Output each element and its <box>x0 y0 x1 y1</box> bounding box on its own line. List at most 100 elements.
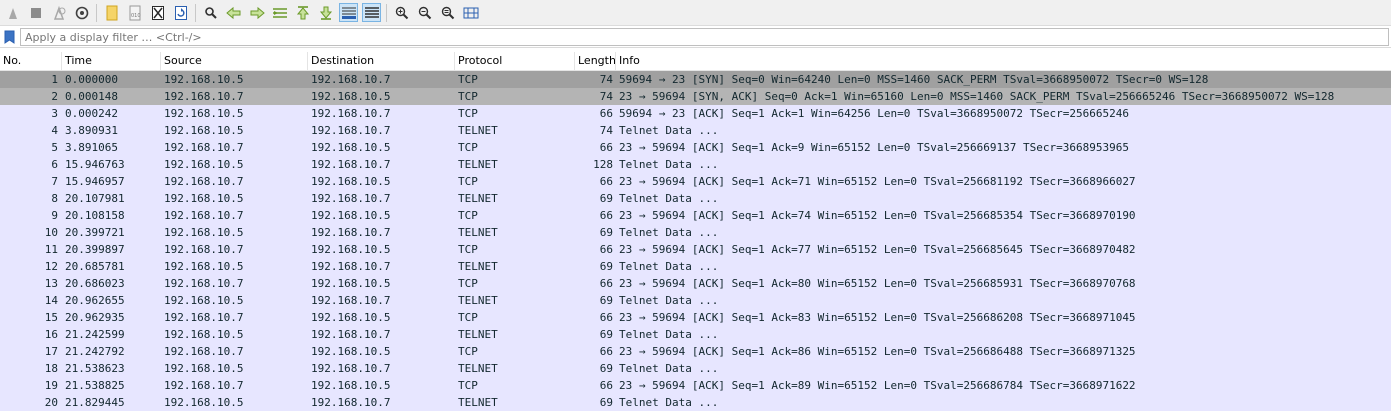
packet-info: Telnet Data ... <box>619 226 719 239</box>
packet-time: 20.686023 <box>65 277 125 290</box>
packet-protocol: TELNET <box>458 124 498 137</box>
table-row[interactable]: 4 3.890931 192.168.10.5 192.168.10.7 TELNET 7… <box>0 122 1391 139</box>
packet-time: 20.399897 <box>65 243 125 256</box>
zoom-in-icon[interactable] <box>392 3 411 22</box>
column-header-length[interactable]: Length <box>575 52 616 70</box>
packet-list-header: No. Time Source Destination Protocol Len… <box>0 52 1391 71</box>
packet-destination: 192.168.10.5 <box>311 90 391 103</box>
save-file-icon[interactable]: 010 <box>125 3 144 22</box>
packet-info: 23 → 59694 [ACK] Seq=1 Ack=83 Win=65152 … <box>619 311 1136 324</box>
table-row[interactable]: 3 0.000242 192.168.10.5 192.168.10.7 TCP 66 59… <box>0 105 1391 122</box>
packet-no: 8 <box>51 192 58 205</box>
packet-info: 59694 → 23 [SYN] Seq=0 Win=64240 Len=0 M… <box>619 73 1209 86</box>
packet-source: 192.168.10.7 <box>164 345 244 358</box>
table-row[interactable]: 16 21.242599 192.168.10.5 192.168.10.7 TELNE… <box>0 326 1391 343</box>
packet-time: 20.399721 <box>65 226 125 239</box>
packet-protocol: TELNET <box>458 226 498 239</box>
packet-time: 20.685781 <box>65 260 125 273</box>
toolbar-separator <box>195 3 196 22</box>
find-packet-icon[interactable] <box>201 3 220 22</box>
column-header-source[interactable]: Source <box>161 52 308 70</box>
table-row[interactable]: 5 3.891065 192.168.10.7 192.168.10.5 TCP 66 23… <box>0 139 1391 156</box>
stop-capture-icon[interactable] <box>26 3 45 22</box>
packet-source: 192.168.10.5 <box>164 158 244 171</box>
table-row[interactable]: 15 20.962935 192.168.10.7 192.168.10.5 TCP 66… <box>0 309 1391 326</box>
close-file-icon[interactable] <box>148 3 167 22</box>
packet-length: 69 <box>599 328 613 341</box>
packet-destination: 192.168.10.7 <box>311 107 391 120</box>
packet-info: Telnet Data ... <box>619 124 719 137</box>
display-filter-input[interactable] <box>20 28 1389 46</box>
go-to-packet-icon[interactable] <box>270 3 289 22</box>
packet-no: 9 <box>51 209 58 222</box>
table-row[interactable]: 14 20.962655 192.168.10.5 192.168.10.7 TELNE… <box>0 292 1391 309</box>
packet-info: 23 → 59694 [ACK] Seq=1 Ack=9 Win=65152 L… <box>619 141 1129 154</box>
table-row[interactable]: 1 0.000000 192.168.10.5 192.168.10.7 TCP 74 59… <box>0 71 1391 88</box>
packet-no: 12 <box>44 260 58 273</box>
table-row[interactable]: 2 0.000148 192.168.10.7 192.168.10.5 TCP 74 23… <box>0 88 1391 105</box>
packet-info: Telnet Data ... <box>619 328 719 341</box>
packet-no: 5 <box>51 141 58 154</box>
packet-info: Telnet Data ... <box>619 260 719 273</box>
table-row[interactable]: 18 21.538623 192.168.10.5 192.168.10.7 TELNE… <box>0 360 1391 377</box>
display-filter-bar <box>0 27 1391 48</box>
start-capture-icon[interactable] <box>3 3 22 22</box>
table-row[interactable]: 6 15.946763 192.168.10.5 192.168.10.7 TELNET… <box>0 156 1391 173</box>
auto-scroll-icon[interactable] <box>339 3 358 22</box>
column-header-no[interactable]: No. <box>0 52 62 70</box>
open-file-icon[interactable] <box>102 3 121 22</box>
packet-destination: 192.168.10.7 <box>311 226 391 239</box>
packet-time: 20.108158 <box>65 209 125 222</box>
packet-protocol: TCP <box>458 141 478 154</box>
packet-no: 10 <box>44 226 58 239</box>
packet-length: 74 <box>599 73 613 86</box>
table-row[interactable]: 11 20.399897 192.168.10.7 192.168.10.5 TCP 66… <box>0 241 1391 258</box>
table-row[interactable]: 8 20.107981 192.168.10.5 192.168.10.7 TELNET… <box>0 190 1391 207</box>
reload-file-icon[interactable] <box>171 3 190 22</box>
table-row[interactable]: 20 21.829445 192.168.10.5 192.168.10.7 TELNE… <box>0 394 1391 411</box>
packet-source: 192.168.10.7 <box>164 209 244 222</box>
packet-protocol: TELNET <box>458 328 498 341</box>
column-header-destination[interactable]: Destination <box>308 52 455 70</box>
packet-destination: 192.168.10.7 <box>311 294 391 307</box>
resize-columns-icon[interactable] <box>461 3 480 22</box>
packet-source: 192.168.10.5 <box>164 107 244 120</box>
packet-destination: 192.168.10.7 <box>311 73 391 86</box>
column-header-protocol[interactable]: Protocol <box>455 52 575 70</box>
table-row[interactable]: 7 15.946957 192.168.10.7 192.168.10.5 TCP 66 2… <box>0 173 1391 190</box>
packet-destination: 192.168.10.7 <box>311 192 391 205</box>
table-row[interactable]: 10 20.399721 192.168.10.5 192.168.10.7 TELNE… <box>0 224 1391 241</box>
column-header-time[interactable]: Time <box>62 52 161 70</box>
go-back-icon[interactable] <box>224 3 243 22</box>
filter-bookmark-icon[interactable] <box>4 30 15 44</box>
packet-destination: 192.168.10.7 <box>311 260 391 273</box>
packet-info: Telnet Data ... <box>619 294 719 307</box>
go-first-packet-icon[interactable] <box>293 3 312 22</box>
colorize-icon[interactable] <box>362 3 381 22</box>
packet-source: 192.168.10.5 <box>164 260 244 273</box>
restart-capture-icon[interactable] <box>49 3 68 22</box>
capture-options-icon[interactable] <box>72 3 91 22</box>
packet-length: 74 <box>599 90 613 103</box>
packet-source: 192.168.10.7 <box>164 141 244 154</box>
main-toolbar: 010 <box>0 0 1391 26</box>
table-row[interactable]: 17 21.242792 192.168.10.7 192.168.10.5 TCP 66… <box>0 343 1391 360</box>
packet-length: 69 <box>599 396 613 409</box>
zoom-out-icon[interactable] <box>415 3 434 22</box>
go-forward-icon[interactable] <box>247 3 266 22</box>
table-row[interactable]: 9 20.108158 192.168.10.7 192.168.10.5 TCP 66 2… <box>0 207 1391 224</box>
packet-protocol: TCP <box>458 379 478 392</box>
packet-list: No. Time Source Destination Protocol Len… <box>0 52 1391 411</box>
table-row[interactable]: 19 21.538825 192.168.10.7 192.168.10.5 TCP 66… <box>0 377 1391 394</box>
packet-length: 66 <box>599 141 613 154</box>
table-row[interactable]: 13 20.686023 192.168.10.7 192.168.10.5 TCP 66… <box>0 275 1391 292</box>
column-header-info[interactable]: Info <box>616 52 1391 70</box>
packet-time: 3.891065 <box>65 141 118 154</box>
packet-info: 23 → 59694 [ACK] Seq=1 Ack=86 Win=65152 … <box>619 345 1136 358</box>
packet-time: 0.000242 <box>65 107 118 120</box>
table-row[interactable]: 12 20.685781 192.168.10.5 192.168.10.7 TELNE… <box>0 258 1391 275</box>
zoom-normal-icon[interactable] <box>438 3 457 22</box>
go-last-packet-icon[interactable] <box>316 3 335 22</box>
packet-length: 66 <box>599 311 613 324</box>
packet-destination: 192.168.10.7 <box>311 362 391 375</box>
